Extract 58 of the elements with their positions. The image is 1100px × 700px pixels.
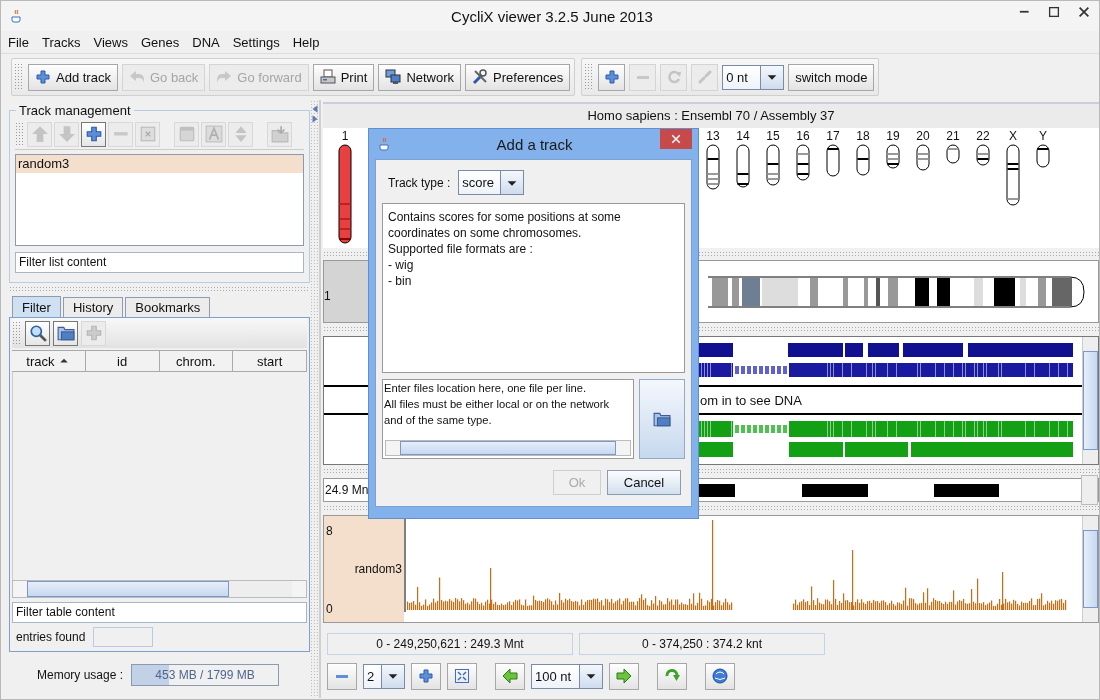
chromosome-label: 19 (886, 129, 900, 144)
menu-item[interactable]: Help (292, 34, 320, 50)
menu-item[interactable]: Genes (140, 34, 180, 50)
menu-item[interactable]: Settings (232, 34, 280, 50)
position-field: 0 - 374,250 : 374.2 knt (579, 632, 825, 655)
menu-item[interactable]: DNA (192, 34, 220, 50)
chromosome-label: 15 (766, 129, 780, 144)
chromosome-label: 21 (946, 129, 960, 144)
tab[interactable]: History (62, 297, 124, 318)
network-button[interactable]: Network (378, 63, 462, 91)
column-header[interactable]: track (12, 351, 86, 373)
track-type-label: Track type : (388, 175, 451, 190)
zoom-dropdown[interactable]: 2 (363, 663, 405, 689)
chromosome-label: 20 (916, 129, 930, 144)
dna-message: om in to see DNA (700, 392, 802, 408)
chromosome-label: X (1009, 129, 1017, 144)
preferences-button[interactable]: Preferences (465, 63, 571, 91)
chromosome-label: 22 (976, 129, 990, 144)
genome-header: Homo sapiens : Ensembl 70 / Assembly 37 (323, 102, 1099, 128)
position-field: 0 - 249,250,621 : 249.3 Mnt (327, 632, 573, 655)
files-input[interactable]: Enter files location here, one file per line. All files must be either local or on the network and of the same type. (382, 379, 634, 459)
switch-mode-button[interactable]: switch mode (788, 63, 875, 91)
memory-label: Memory usage : (37, 668, 124, 683)
menu-item[interactable]: Views (93, 34, 128, 50)
chromosome-label: 18 (856, 129, 870, 144)
print-button[interactable]: Print (312, 63, 375, 91)
chromosome-label: 17 (826, 129, 840, 144)
filter-field[interactable]: Filter list content (15, 252, 304, 273)
chromosome-label: 16 (796, 129, 810, 144)
filter-field[interactable]: Filter table content (12, 602, 307, 624)
window-title: CycliX viewer 3.2.5 June 2013 (450, 7, 654, 25)
memory-bar: 453 MB / 1799 MB (131, 664, 280, 687)
track-type-dropdown[interactable]: score (458, 170, 525, 195)
chromosome-label: 1 (324, 261, 370, 323)
column-header[interactable]: chrom. (159, 351, 234, 373)
chromosome-label: 13 (706, 129, 720, 144)
step-dropdown[interactable]: 100 nt (531, 663, 603, 689)
column-header[interactable]: id (85, 351, 160, 373)
cancel-button[interactable]: Cancel (607, 470, 681, 495)
add-track-button[interactable]: Add track (28, 63, 118, 91)
column-header[interactable]: start (233, 351, 307, 373)
step-dropdown[interactable]: 0 nt (722, 64, 785, 90)
axis-max-label: 8 (326, 524, 333, 539)
axis-min-label: 0 (326, 601, 333, 616)
description-text: Contains scores for some positions at some coordinates on some chromosomes. Supported file formats are : - wig - bin (382, 203, 685, 373)
group-title: Track management (16, 103, 134, 118)
chromosome-label: Y (1039, 129, 1047, 144)
track-list-item[interactable]: random3 (16, 155, 303, 173)
entries-label: entries found (16, 630, 86, 645)
menu-item[interactable]: File (8, 34, 29, 50)
dialog-title: Add a track (495, 135, 574, 153)
track-name: random3 (354, 562, 402, 577)
tab[interactable]: Bookmarks (125, 297, 211, 318)
ruler-label: 24.9 Mn (324, 483, 370, 498)
menu-item[interactable]: Tracks (41, 34, 81, 50)
chromosome-label: 14 (736, 129, 750, 144)
tab[interactable]: Filter (12, 296, 61, 318)
chromosome-label: 1 (341, 129, 349, 144)
